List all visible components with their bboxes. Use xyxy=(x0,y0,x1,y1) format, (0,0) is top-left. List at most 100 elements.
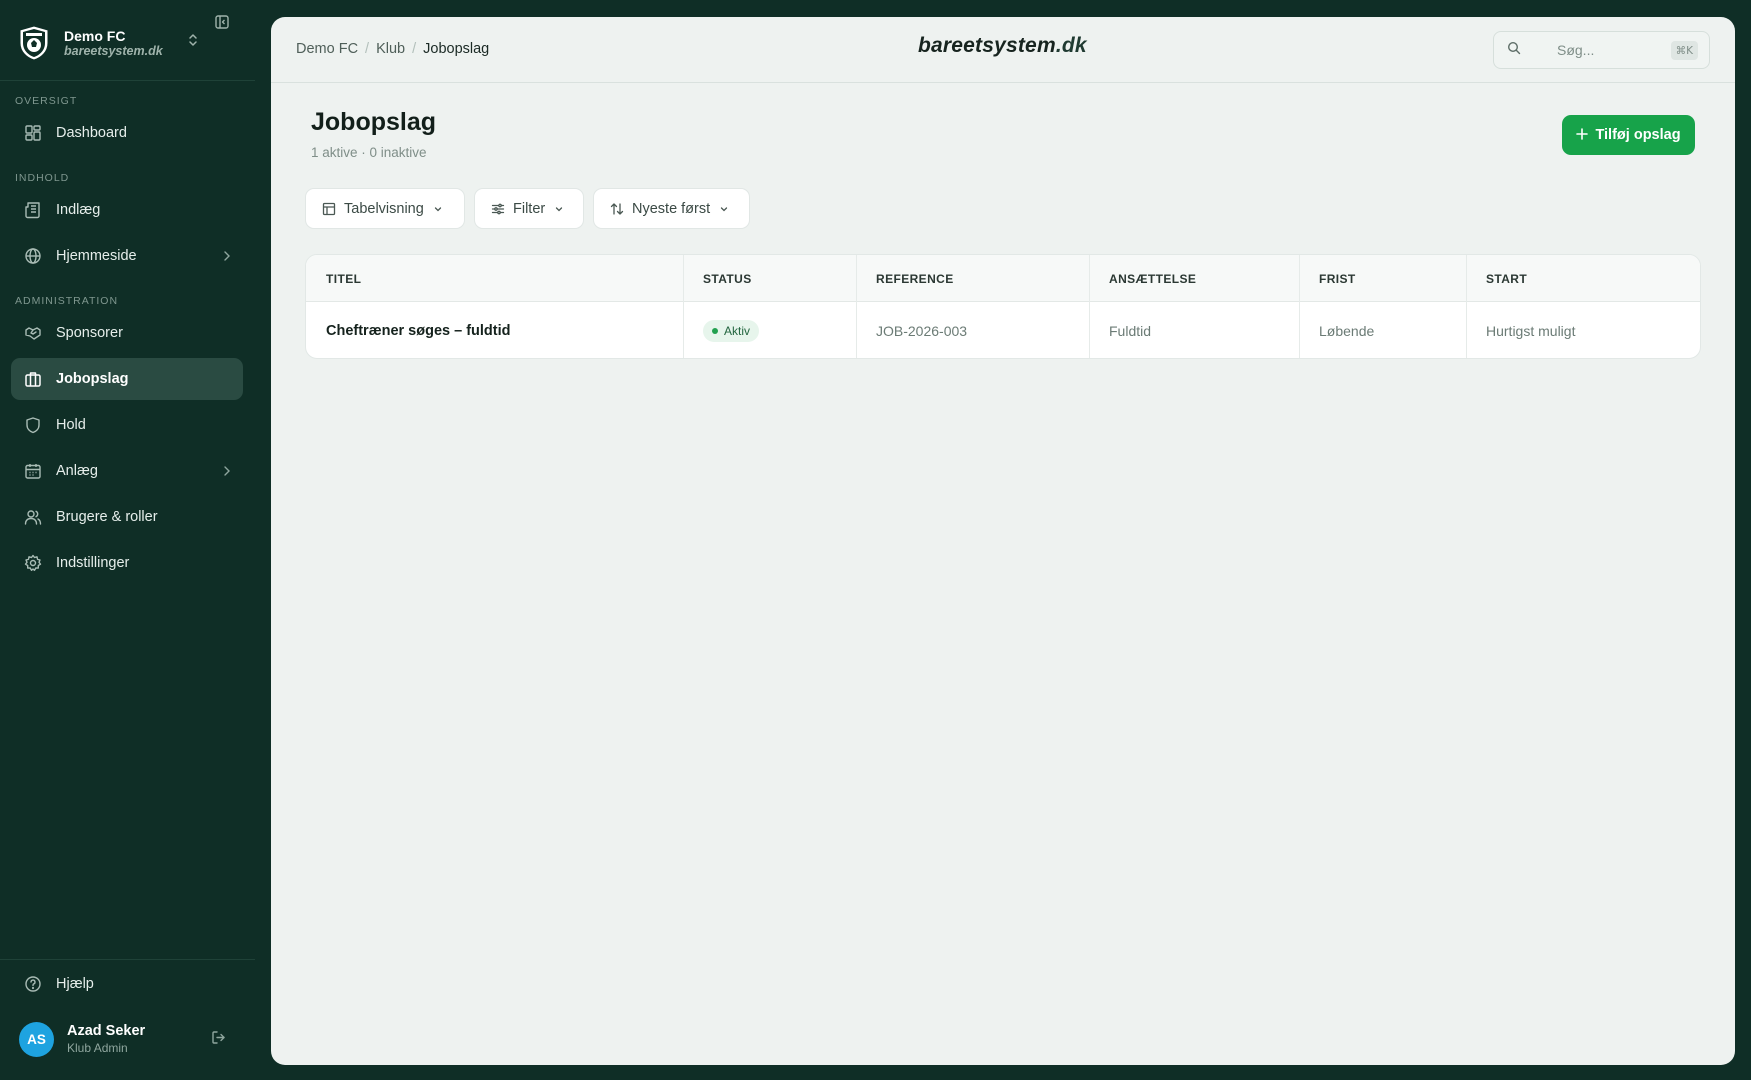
table-header: TITEL STATUS REFERENCE ANSÆTTELSE FRIST … xyxy=(306,255,1700,302)
calendar-icon xyxy=(23,461,43,481)
main-panel: Demo FC / Klub / Jobopslag bareetsystem.… xyxy=(271,17,1735,1065)
view-mode-label: Tabelvisning xyxy=(344,200,424,217)
column-divider xyxy=(1299,255,1300,358)
sidebar-item-label: Jobopslag xyxy=(56,371,129,387)
column-header-title[interactable]: TITEL xyxy=(326,255,361,302)
sort-label: Nyeste først xyxy=(632,200,711,217)
job-posts-table: TITEL STATUS REFERENCE ANSÆTTELSE FRIST … xyxy=(305,254,1701,359)
cell-title[interactable]: Cheftræner søges – fuldtid xyxy=(326,302,511,358)
newspaper-icon xyxy=(23,200,43,220)
club-logo-icon xyxy=(14,22,54,64)
brand-logo: bareetsystem.dk xyxy=(918,34,1087,58)
search-icon xyxy=(1507,41,1521,60)
sidebar-toggle-icon[interactable] xyxy=(214,14,230,35)
page-title: Jobopslag xyxy=(311,108,437,136)
sidebar-divider xyxy=(0,959,255,960)
section-label-content: INDHOLD xyxy=(15,172,70,184)
breadcrumb-item-jobopslag: Jobopslag xyxy=(423,41,490,57)
status-badge-label: Aktiv xyxy=(724,324,751,338)
status-dot-icon xyxy=(712,328,718,334)
keyboard-shortcut-badge: ⌘K xyxy=(1670,41,1698,60)
add-job-post-button[interactable]: Tilføj opslag xyxy=(1562,115,1695,155)
column-divider xyxy=(1466,255,1467,358)
breadcrumb-item-demo-fc[interactable]: Demo FC xyxy=(296,41,358,57)
search-box[interactable]: ⌘K xyxy=(1493,31,1710,69)
sort-dropdown[interactable]: Nyeste først xyxy=(593,188,750,229)
sidebar-item-hold[interactable]: Hold xyxy=(11,404,243,446)
view-mode-dropdown[interactable]: Tabelvisning xyxy=(305,188,465,229)
column-header-status[interactable]: STATUS xyxy=(703,255,752,302)
sliders-icon xyxy=(491,202,505,216)
briefcase-icon xyxy=(23,369,43,389)
club-name: Demo FC xyxy=(64,27,126,44)
sidebar-item-label: Hjemmeside xyxy=(56,248,137,264)
sidebar-item-label: Indlæg xyxy=(56,202,101,218)
cell-deadline: Løbende xyxy=(1319,323,1375,339)
user-profile[interactable]: AS Azad Seker Klub Admin xyxy=(19,1019,234,1059)
globe-icon xyxy=(23,246,43,266)
sidebar-item-brugere[interactable]: Brugere & roller xyxy=(11,496,243,538)
sidebar-item-label: Sponsorer xyxy=(56,325,123,341)
chevron-down-icon xyxy=(719,204,729,214)
user-name: Azad Seker xyxy=(67,1023,146,1040)
club-domain: bareetsystem.dk xyxy=(64,43,163,58)
breadcrumb-item-klub[interactable]: Klub xyxy=(376,41,405,57)
cell-employment: Fuldtid xyxy=(1109,323,1152,339)
chevron-right-icon xyxy=(223,249,231,267)
sidebar-item-label: Hold xyxy=(56,417,86,433)
breadcrumb-separator: / xyxy=(365,41,370,57)
column-header-start[interactable]: START xyxy=(1486,255,1527,302)
sort-arrows-icon xyxy=(610,202,624,216)
column-divider xyxy=(1089,255,1090,358)
chevron-right-icon xyxy=(223,464,231,482)
sidebar-divider xyxy=(0,80,255,81)
logout-icon[interactable] xyxy=(211,1030,226,1050)
chevrons-up-down-icon xyxy=(188,33,198,52)
table-row[interactable]: Cheftræner søges – fuldtid Aktiv JOB-202… xyxy=(306,302,1700,358)
sidebar-item-hjaelp[interactable]: Hjælp xyxy=(11,963,243,1005)
column-divider xyxy=(683,255,684,358)
avatar: AS xyxy=(19,1021,54,1057)
sidebar-item-label: Indstillinger xyxy=(56,555,130,571)
user-role: Klub Admin xyxy=(67,1040,128,1055)
column-header-deadline[interactable]: FRIST xyxy=(1319,255,1356,302)
sidebar-item-indlaeg[interactable]: Indlæg xyxy=(11,189,243,231)
chevron-down-icon xyxy=(433,204,443,214)
sidebar-item-hjemmeside[interactable]: Hjemmeside xyxy=(11,235,243,277)
dashboard-icon xyxy=(23,123,43,143)
sidebar-item-label: Brugere & roller xyxy=(56,509,158,525)
breadcrumb-separator: / xyxy=(412,41,417,57)
sidebar-item-dashboard[interactable]: Dashboard xyxy=(11,112,243,154)
sidebar-item-jobopslag[interactable]: Jobopslag xyxy=(11,358,243,400)
sidebar-item-label: Hjælp xyxy=(56,976,94,992)
page-subtitle: 1 aktive · 0 inaktive xyxy=(311,145,427,160)
search-input[interactable] xyxy=(1557,42,1657,58)
sidebar-item-indstillinger[interactable]: Indstillinger xyxy=(11,542,243,584)
section-label-administration: ADMINISTRATION xyxy=(15,295,119,307)
sidebar: Demo FC bareetsystem.dk OVERSIGT Dashboa… xyxy=(0,0,255,1080)
topbar: Demo FC / Klub / Jobopslag bareetsystem.… xyxy=(271,17,1735,83)
column-divider xyxy=(856,255,857,358)
cell-reference: JOB-2026-003 xyxy=(876,323,968,339)
breadcrumb: Demo FC / Klub / Jobopslag xyxy=(296,41,489,57)
gear-icon xyxy=(23,553,43,573)
cell-start: Hurtigst muligt xyxy=(1486,323,1576,339)
plus-icon xyxy=(1576,125,1589,145)
column-header-employment[interactable]: ANSÆTTELSE xyxy=(1109,255,1196,302)
sidebar-item-label: Anlæg xyxy=(56,463,98,479)
brand-tld: .dk xyxy=(1055,34,1087,57)
filter-dropdown[interactable]: Filter xyxy=(474,188,584,229)
sidebar-item-sponsorer[interactable]: Sponsorer xyxy=(11,312,243,354)
add-button-label: Tilføj opslag xyxy=(1595,127,1681,143)
column-header-reference[interactable]: REFERENCE xyxy=(876,255,954,302)
sidebar-item-anlaeg[interactable]: Anlæg xyxy=(11,450,243,492)
table-icon xyxy=(322,202,336,216)
users-icon xyxy=(23,507,43,527)
chevron-down-icon xyxy=(554,204,564,214)
cell-status: Aktiv xyxy=(703,302,760,358)
club-switcher[interactable]: Demo FC bareetsystem.dk xyxy=(14,18,240,68)
status-badge: Aktiv xyxy=(703,320,760,342)
brand-name: bareetsystem xyxy=(918,34,1056,57)
section-label-overview: OVERSIGT xyxy=(15,95,78,107)
sidebar-item-label: Dashboard xyxy=(56,125,127,141)
